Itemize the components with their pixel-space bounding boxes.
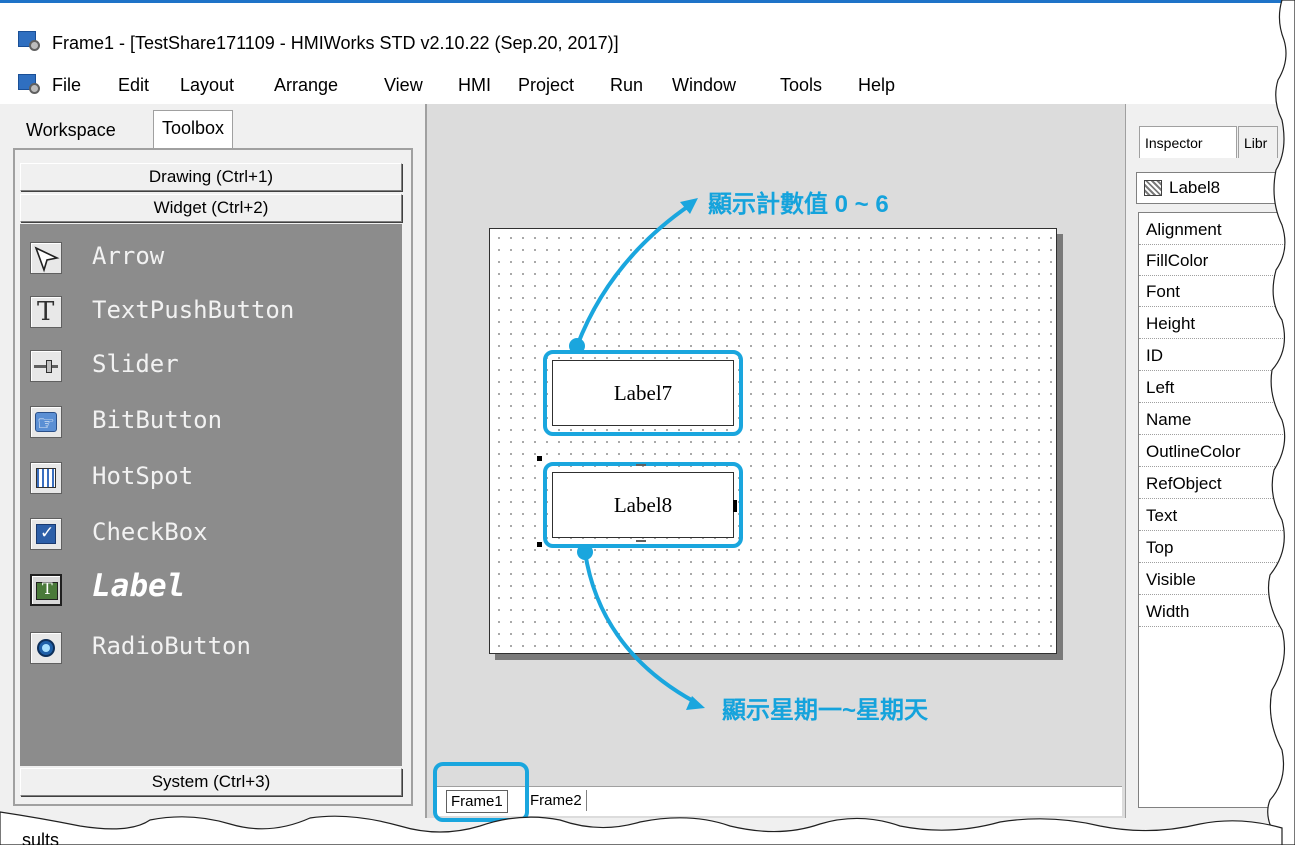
torn-edge-overlay (0, 0, 1295, 845)
hmiworks-window: Frame1 - [TestShare171109 - HMIWorks STD… (0, 0, 1295, 845)
results-panel-label: sults (22, 830, 60, 845)
